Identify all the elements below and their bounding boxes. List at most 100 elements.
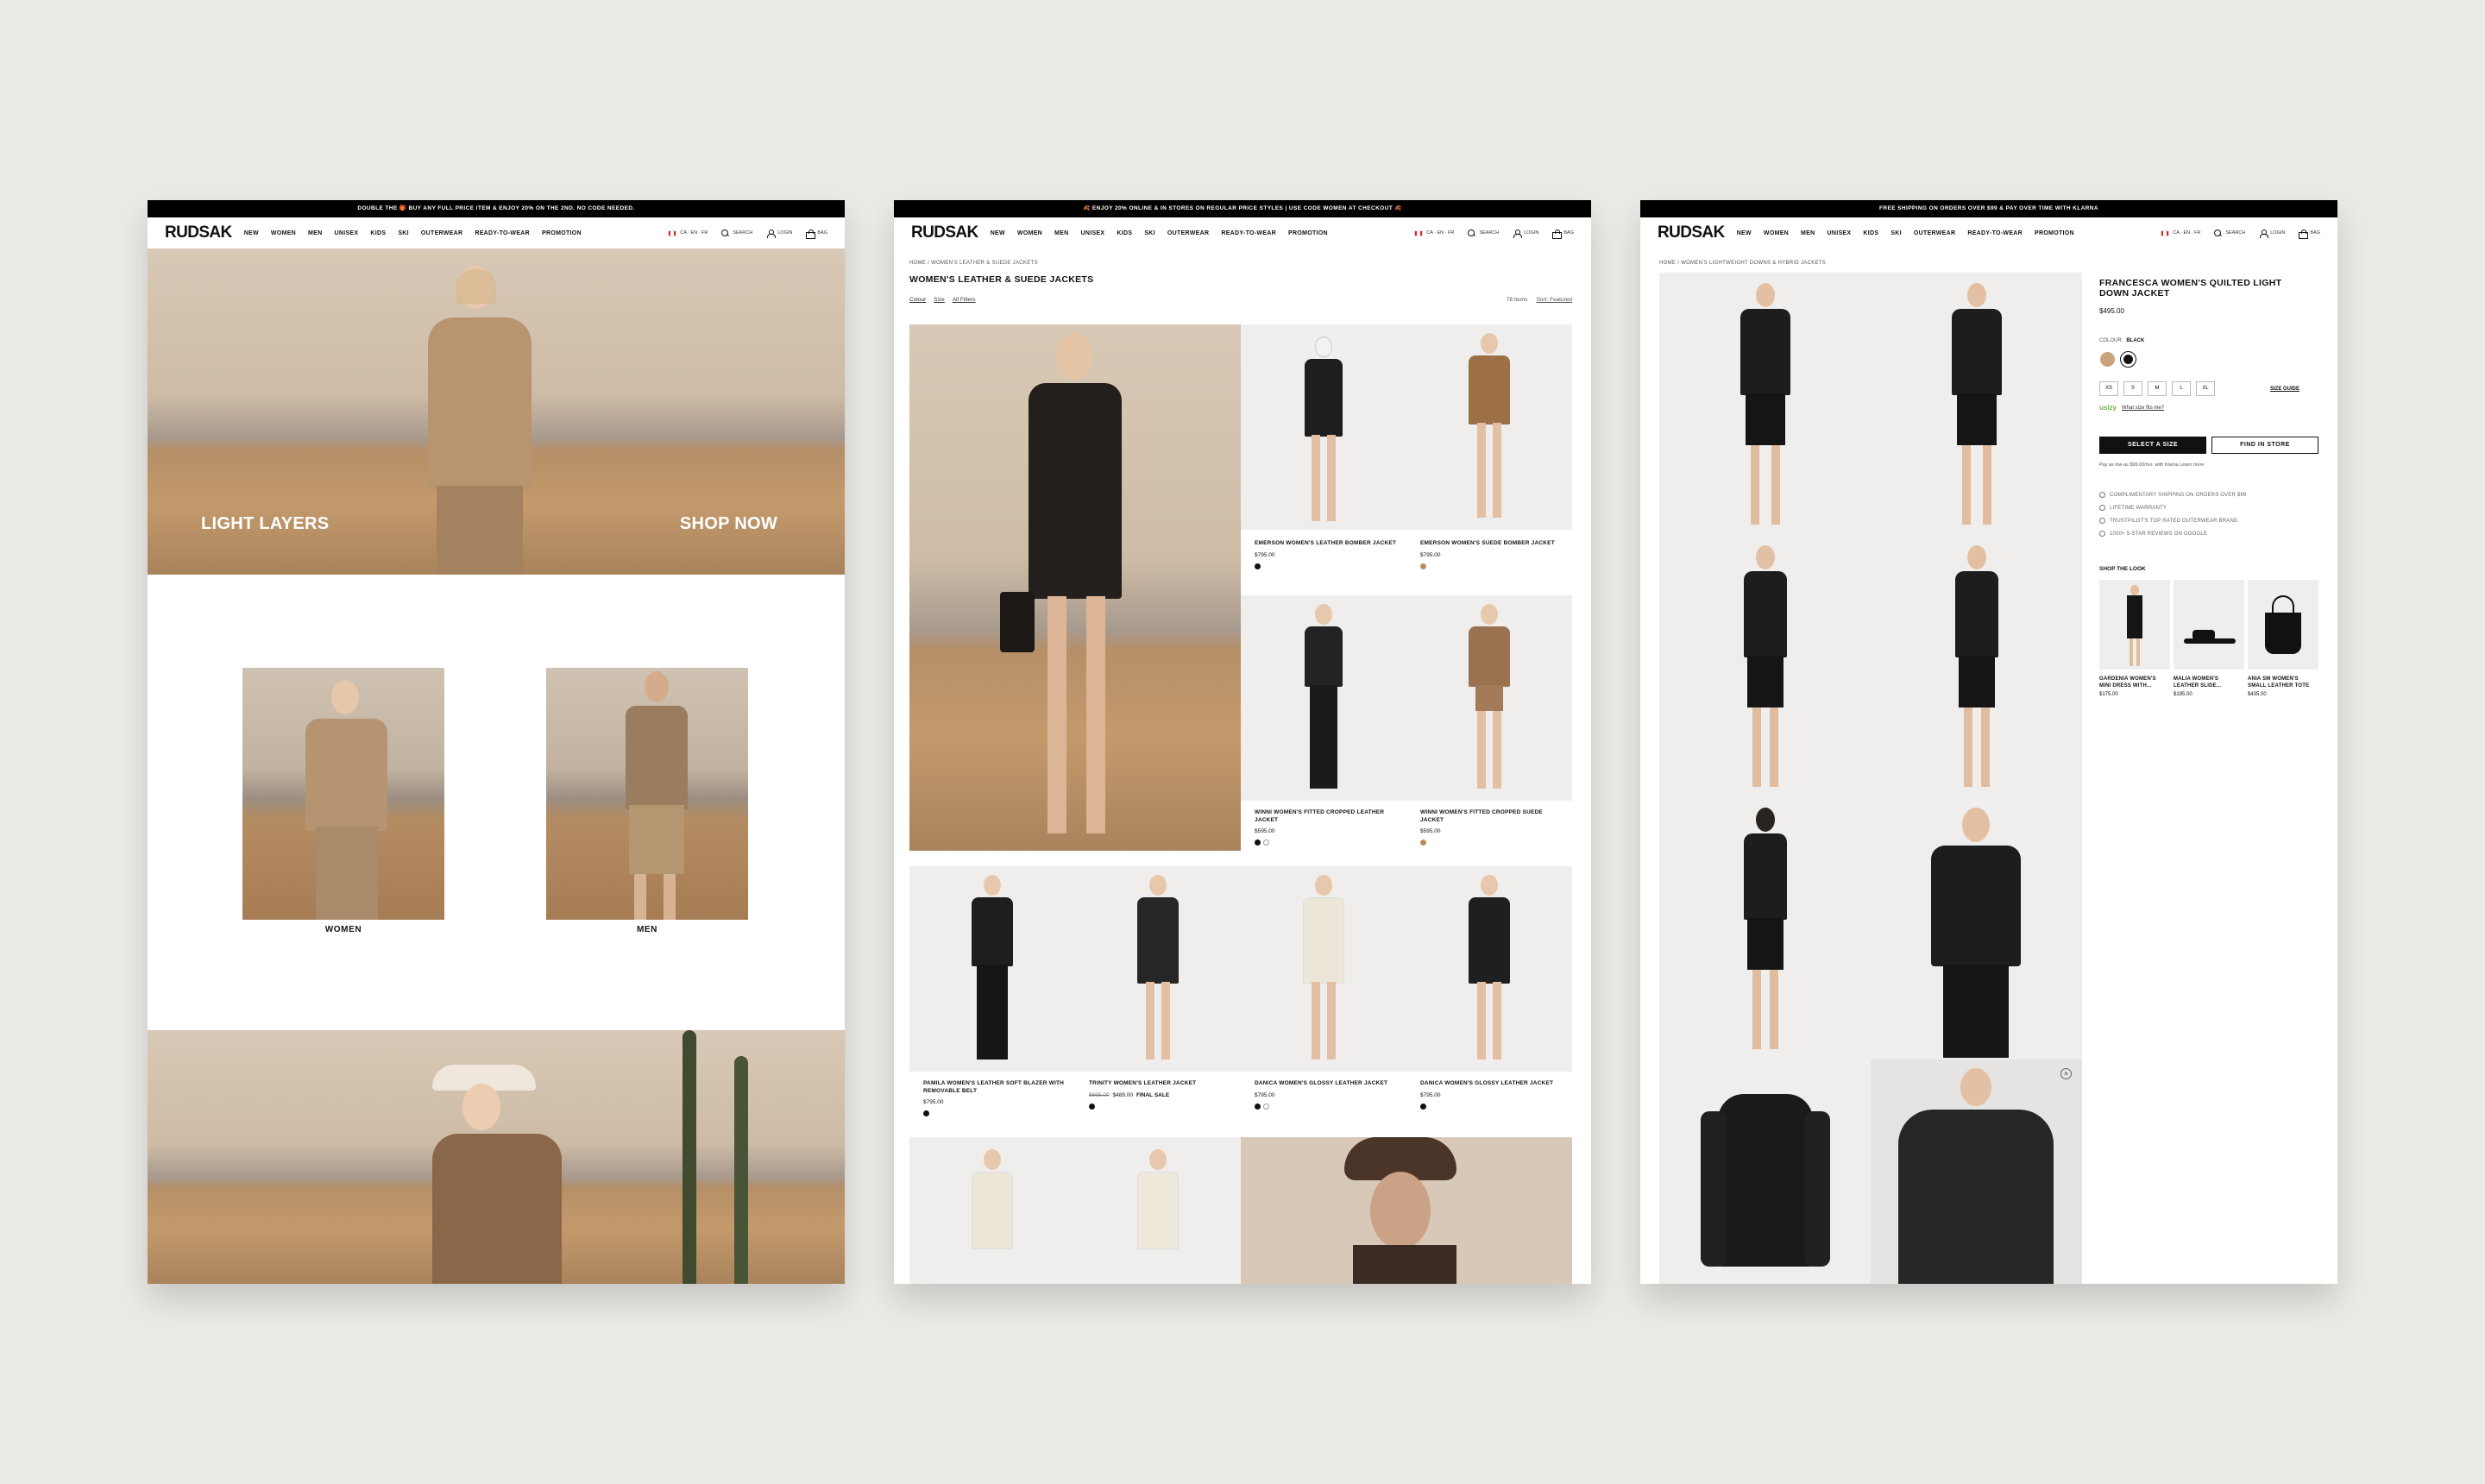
swatch-black[interactable] — [1420, 1103, 1426, 1110]
look-item-image[interactable] — [2174, 580, 2244, 670]
brand-logo[interactable]: RUDSAK — [911, 223, 978, 242]
bag-button[interactable]: BAG — [2299, 229, 2320, 239]
look-item-name[interactable]: GARDENIA WOMEN'S MINI DRESS WITH... — [2099, 676, 2168, 689]
look-item-info[interactable]: ANIA SM WOMEN'S SMALL LEATHER TOTE $435.… — [2248, 676, 2317, 697]
product-name[interactable]: EMERSON WOMEN'S SUEDE BOMBER JACKET — [1420, 540, 1567, 548]
size-guide-link[interactable]: SIZE GUIDE — [2270, 387, 2299, 392]
product-name[interactable]: DANICA WOMEN'S GLOSSY LEATHER JACKET — [1420, 1080, 1567, 1088]
product-tile-image[interactable] — [1406, 866, 1572, 1072]
product-info[interactable]: WINNI WOMEN'S FITTED CROPPED LEATHER JAC… — [1255, 809, 1401, 850]
nav-outerwear[interactable]: OUTERWEAR — [1167, 230, 1209, 236]
swatch-black[interactable] — [923, 1110, 929, 1116]
nav-women[interactable]: WOMEN — [1017, 230, 1042, 236]
size-l[interactable]: L — [2172, 381, 2191, 396]
region-selector[interactable]: CA · EN · FR — [2161, 230, 2200, 236]
swatch-white[interactable] — [1263, 839, 1269, 846]
nav-ski[interactable]: SKI — [1144, 230, 1155, 236]
size-s[interactable]: S — [2123, 381, 2142, 396]
select-size-button[interactable]: SELECT A SIZE — [2099, 437, 2206, 454]
swatch-black[interactable] — [1255, 563, 1261, 569]
klarna-message[interactable]: Pay as low as $99.00/mo. with Klarna Lea… — [2099, 462, 2204, 468]
look-item-info[interactable]: MALIA WOMEN'S LEATHER SLIDE... $195.00 — [2174, 676, 2243, 697]
nav-outerwear[interactable]: OUTERWEAR — [1914, 230, 1955, 236]
swatch-tan[interactable] — [1420, 563, 1426, 569]
product-tile-image[interactable] — [1406, 595, 1572, 801]
login-button[interactable]: LOGIN — [766, 229, 792, 238]
nav-men[interactable]: MEN — [1054, 230, 1068, 236]
region-selector[interactable]: CA · EN · FR — [668, 230, 708, 236]
search-button[interactable]: SEARCH — [1468, 229, 1499, 237]
nav-ready-to-wear[interactable]: READY-TO-WEAR — [475, 230, 530, 236]
product-tile-image[interactable] — [1241, 866, 1406, 1072]
product-tile-image[interactable] — [1075, 1137, 1241, 1284]
search-button[interactable]: SEARCH — [2214, 229, 2245, 237]
nav-new[interactable]: NEW — [244, 230, 259, 236]
nav-women[interactable]: WOMEN — [271, 230, 296, 236]
filter-colour[interactable]: Colour — [909, 297, 926, 303]
usizy-link[interactable]: What size fits me? — [2122, 406, 2164, 411]
bag-button[interactable]: BAG — [806, 229, 827, 239]
product-tile-image[interactable] — [1075, 866, 1241, 1072]
filter-size[interactable]: Size — [934, 297, 945, 303]
breadcrumb[interactable]: HOME / WOMEN'S LEATHER & SUEDE JACKETS — [909, 261, 1038, 266]
brand-logo[interactable]: RUDSAK — [165, 223, 232, 242]
women-category-label[interactable]: WOMEN — [242, 925, 444, 934]
product-info[interactable]: DANICA WOMEN'S GLOSSY LEATHER JACKET $79… — [1420, 1080, 1567, 1114]
product-tile-image[interactable] — [1241, 595, 1406, 801]
product-info[interactable]: DANICA WOMEN'S GLOSSY LEATHER JACKET $79… — [1255, 1080, 1401, 1114]
nav-promotion[interactable]: PROMOTION — [2035, 230, 2074, 236]
product-name[interactable]: WINNI WOMEN'S FITTED CROPPED LEATHER JAC… — [1255, 809, 1401, 824]
product-info[interactable]: EMERSON WOMEN'S SUEDE BOMBER JACKET $795… — [1420, 540, 1567, 574]
gallery-image[interactable] — [1659, 273, 1871, 535]
filter-all[interactable]: All Filters — [953, 297, 976, 303]
nav-unisex[interactable]: UNISEX — [335, 230, 359, 236]
product-info[interactable]: EMERSON WOMEN'S LEATHER BOMBER JACKET $7… — [1255, 540, 1401, 574]
nav-new[interactable]: NEW — [1737, 230, 1752, 236]
nav-ready-to-wear[interactable]: READY-TO-WEAR — [1221, 230, 1276, 236]
product-name[interactable]: PAMILA WOMEN'S LEATHER SOFT BLAZER WITH … — [923, 1080, 1070, 1095]
product-name[interactable]: EMERSON WOMEN'S LEATHER BOMBER JACKET — [1255, 540, 1401, 548]
nav-men[interactable]: MEN — [1801, 230, 1815, 236]
men-category-tile[interactable] — [546, 668, 748, 920]
product-tile-image[interactable] — [1406, 324, 1572, 530]
swatch-black-selected[interactable] — [2120, 351, 2136, 368]
brand-logo[interactable]: RUDSAK — [1658, 223, 1725, 242]
gallery-image[interactable] — [1659, 797, 1871, 1060]
look-item-info[interactable]: GARDENIA WOMEN'S MINI DRESS WITH... $175… — [2099, 676, 2168, 697]
nav-outerwear[interactable]: OUTERWEAR — [421, 230, 462, 236]
nav-new[interactable]: NEW — [991, 230, 1005, 236]
hero-banner[interactable]: LIGHT LAYERS SHOP NOW — [148, 248, 845, 575]
nav-ski[interactable]: SKI — [398, 230, 409, 236]
editorial-tile[interactable] — [1241, 1137, 1572, 1284]
search-button[interactable]: SEARCH — [721, 229, 752, 237]
nav-kids[interactable]: KIDS — [1863, 230, 1878, 236]
swatch-black[interactable] — [1255, 1103, 1261, 1110]
login-button[interactable]: LOGIN — [1513, 229, 1538, 238]
size-xs[interactable]: XS — [2099, 381, 2118, 396]
gallery-image[interactable] — [1871, 273, 2082, 535]
login-button[interactable]: LOGIN — [2259, 229, 2285, 238]
hero-shop-now-link[interactable]: SHOP NOW — [680, 514, 777, 534]
bag-button[interactable]: BAG — [1552, 229, 1574, 239]
product-info[interactable]: WINNI WOMEN'S FITTED CROPPED SUEDE JACKE… — [1420, 809, 1567, 850]
breadcrumb[interactable]: HOME / WOMEN'S LIGHTWEIGHT DOWNS & HYBRI… — [1659, 261, 1826, 266]
size-m[interactable]: M — [2148, 381, 2167, 396]
sort-dropdown[interactable]: Sort: Featured — [1536, 297, 1572, 303]
swatch-white[interactable] — [1263, 1103, 1269, 1110]
swatch-tan[interactable] — [2100, 352, 2115, 367]
product-info[interactable]: PAMILA WOMEN'S LEATHER SOFT BLAZER WITH … — [923, 1080, 1070, 1121]
women-category-tile[interactable] — [242, 668, 444, 920]
swatch-tan[interactable] — [1420, 839, 1426, 846]
men-category-label[interactable]: MEN — [546, 925, 748, 934]
nav-ski[interactable]: SKI — [1890, 230, 1902, 236]
product-tile-image[interactable] — [909, 1137, 1075, 1284]
gallery-image[interactable] — [1871, 535, 2082, 797]
editorial-banner[interactable] — [148, 1030, 845, 1284]
product-name[interactable]: DANICA WOMEN'S GLOSSY LEATHER JACKET — [1255, 1080, 1401, 1088]
product-name[interactable]: TRINITY WOMEN'S LEATHER JACKET — [1089, 1080, 1236, 1088]
swatch-black[interactable] — [1089, 1103, 1095, 1110]
nav-kids[interactable]: KIDS — [370, 230, 386, 236]
nav-men[interactable]: MEN — [308, 230, 322, 236]
nav-women[interactable]: WOMEN — [1764, 230, 1789, 236]
swatch-black[interactable] — [1255, 839, 1261, 846]
